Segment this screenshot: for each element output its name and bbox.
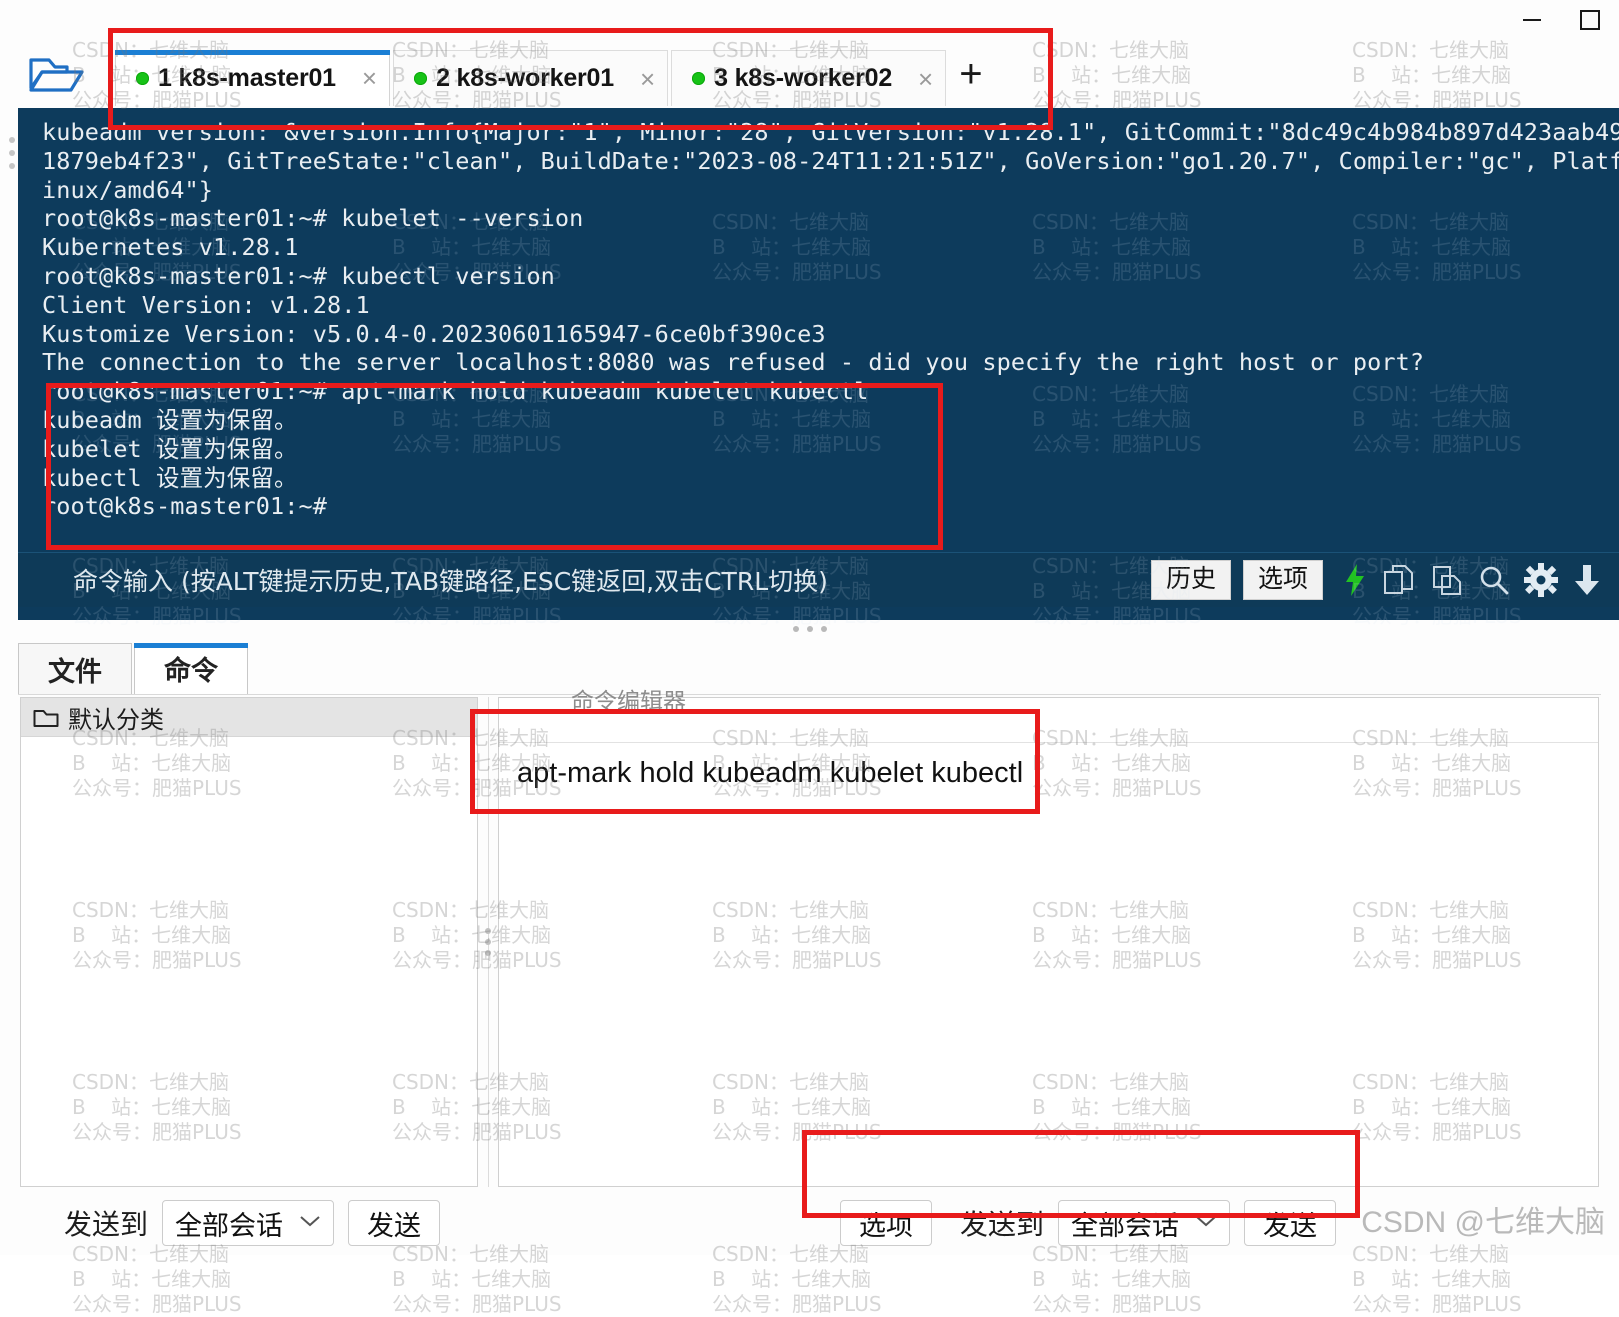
terminal-line: root@k8s-master01:~# kubectl version [42,261,555,290]
command-editor-value[interactable]: apt-mark hold kubeadm kubelet kubectl [499,743,1598,790]
tab-label: 3 k8s-worker02 [714,64,893,92]
tab-list: 1 k8s-master01 × 2 k8s-worker01 × 3 k8s-… [115,44,983,106]
maximize-button[interactable] [1561,0,1619,40]
maximize-icon [1580,10,1600,30]
splitter-dot [9,150,15,156]
history-button[interactable]: 历史 [1150,560,1231,600]
folder-icon [33,709,59,727]
horizontal-splitter[interactable] [0,620,1619,638]
terminal-line: root@k8s-master01:~# kubelet --version [42,204,584,233]
title-bar [0,0,1619,40]
chevron-down-icon [1195,1214,1217,1233]
tab-close-icon[interactable]: × [892,66,933,92]
tab-files[interactable]: 文件 [18,643,132,695]
session-tab-bar: 1 k8s-master01 × 2 k8s-worker01 × 3 k8s-… [0,38,1619,108]
tab-k8s-master01[interactable]: 1 k8s-master01 × [115,50,391,106]
gear-icon[interactable] [1524,563,1558,597]
terminal-output[interactable]: kubeadm version: &version.Info{Major:"1"… [18,108,1619,620]
minimize-button[interactable] [1503,0,1561,40]
minimize-icon [1523,19,1541,21]
terminal-line: Client Version: v1.28.1 [42,290,370,319]
splitter-dot [806,626,813,632]
copy-icon[interactable] [1382,563,1416,597]
connection-status-dot [136,71,149,85]
session-select-value: 全部会话 [175,1210,284,1241]
splitter-dot [820,626,827,632]
terminal-line: kubeadm 设置为保留。 [42,405,298,434]
terminal-line: Kubernetes v1.28.1 [42,233,299,262]
list-item-default-category[interactable]: 默认分类 [21,698,477,737]
send-button[interactable]: 发送 [348,1200,441,1246]
send-to-label: 发送到 [64,1209,149,1240]
splitter-dot [9,137,15,143]
options-button[interactable]: 选项 [840,1200,932,1246]
splitter-dot [485,928,491,934]
terminal-text: kubeadm version: &version.Info{Major:"1"… [42,118,1619,521]
splitter-dot [792,626,799,632]
lightning-icon[interactable] [1342,563,1368,597]
tab-commands[interactable]: 命令 [134,643,248,695]
window-controls [1503,0,1619,40]
open-folder-icon[interactable] [28,52,86,99]
send-button[interactable]: 发送 [1244,1200,1337,1246]
command-editor-title: 命令编辑器 [571,688,686,714]
search-icon[interactable] [1478,564,1510,596]
session-select-value: 全部会话 [1071,1210,1180,1241]
app-window: CSDN：七维大脑 B 站：七维大脑 公众号：肥猫PLUS CSDN：七维大脑 B… [0,0,1619,1316]
command-editor[interactable]: 命令编辑器 apt-mark hold kubeadm kubelet kube… [498,688,1599,1187]
tab-label: 2 k8s-worker01 [436,64,614,92]
lower-panes: 默认分类 命令编辑器 apt-mark hold kubeadm kubelet… [20,688,1599,1187]
terminal-line: kubelet 设置为保留。 [42,434,298,463]
download-icon[interactable] [1572,563,1602,597]
session-select[interactable]: 全部会话 [1058,1200,1231,1246]
tab-label: 1 k8s-master01 [158,63,336,92]
session-select[interactable]: 全部会话 [162,1200,335,1246]
splitter-dot [9,163,15,169]
terminal-line: root@k8s-master01:~# [42,492,327,521]
author-signature: CSDN @七维大脑 [1361,1206,1605,1239]
tab-k8s-worker02[interactable]: 3 k8s-worker02 × [671,50,947,106]
send-to-label: 发送到 [960,1209,1045,1240]
vertical-splitter[interactable] [478,697,498,1187]
tab-close-icon[interactable]: × [336,65,377,91]
terminal-line: Kustomize Version: v5.0.4-0.202306011659… [42,319,826,348]
command-group-list[interactable]: 默认分类 [20,697,478,1187]
tab-k8s-worker01[interactable]: 2 k8s-worker01 × [393,50,669,106]
tab-close-icon[interactable]: × [614,66,655,92]
bottom-right-controls: 选项 发送到 全部会话 发送 [840,1194,1350,1252]
paste-icon[interactable] [1430,563,1464,597]
options-button[interactable]: 选项 [1242,560,1323,600]
command-bar-tools: 历史 选项 [1150,560,1619,600]
terminal-line: inux/amd64"} [42,175,213,204]
list-item-label: 默认分类 [68,706,164,734]
terminal-line: root@k8s-master01:~# apt-mark hold kubea… [42,377,869,406]
lower-tab-underline [18,694,1601,695]
splitter-grip [485,923,491,961]
splitter-dot [485,939,491,945]
lower-tab-list: 文件 命令 [18,643,250,695]
bottom-left-controls: 发送到 全部会话 发送 [50,1194,454,1252]
command-input-placeholder[interactable]: 命令输入 (按ALT键提示历史,TAB键路径,ESC键返回,双击CTRL切换) [73,562,828,598]
connection-status-dot [692,72,706,85]
command-input-bar[interactable]: 命令输入 (按ALT键提示历史,TAB键路径,ESC键返回,双击CTRL切换) … [18,552,1619,607]
terminal-line: The connection to the server localhost:8… [42,348,1425,377]
left-edge-splitter[interactable] [9,130,15,176]
lower-panel: 文件 命令 默认分类 命令编辑器 apt-mark hold kubeadm k… [0,638,1619,1255]
new-tab-button[interactable]: + [959,54,982,94]
connection-status-dot [414,72,428,85]
chevron-down-icon [299,1214,321,1233]
terminal-line: 1879eb4f23", GitTreeState:"clean", Build… [42,146,1619,175]
terminal-line: kubectl 设置为保留。 [42,463,298,492]
terminal-line: kubeadm version: &version.Info{Major:"1"… [42,118,1619,146]
splitter-dot [485,950,491,956]
